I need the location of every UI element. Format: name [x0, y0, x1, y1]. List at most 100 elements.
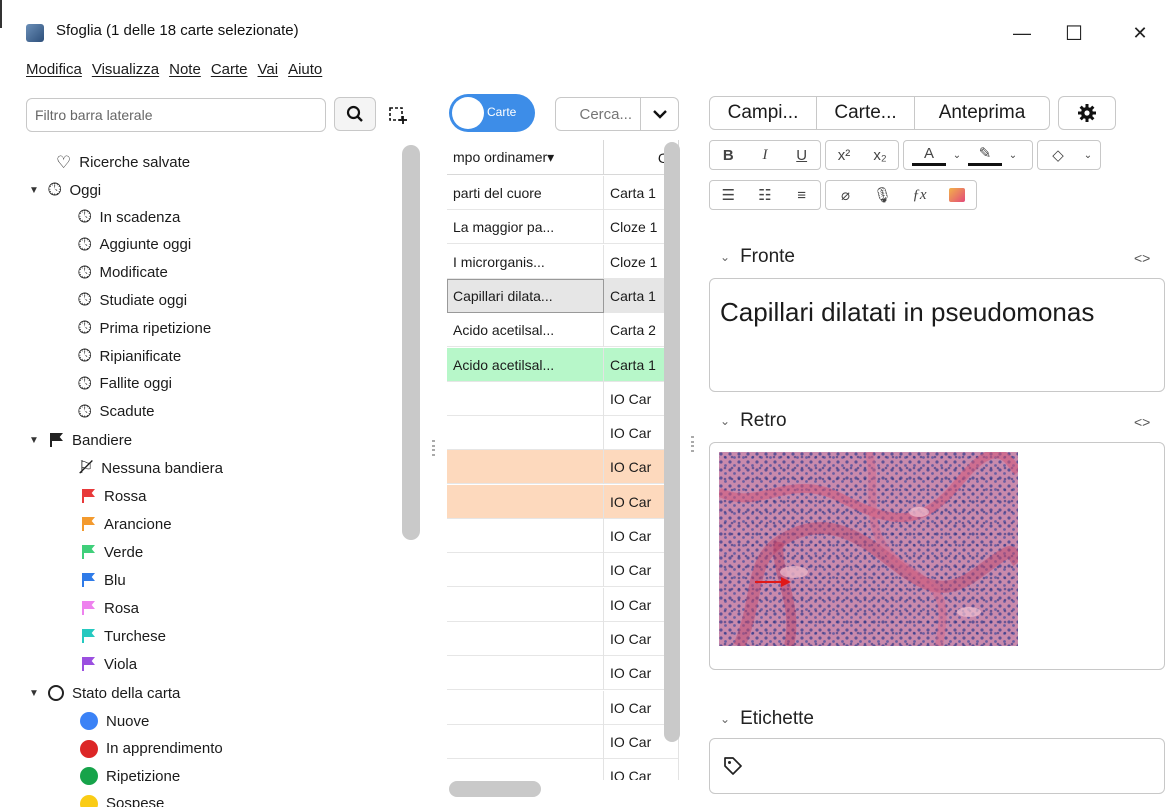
bullet-list-icon[interactable]: ☰ [710, 186, 747, 204]
table-row[interactable]: IO Car [447, 690, 679, 725]
front-field-header[interactable]: ⌄ Fronte [720, 246, 795, 268]
microphone-icon[interactable]: 🎙︎ [864, 186, 901, 204]
sidebar-item-flag-4[interactable]: Rosa [80, 596, 139, 620]
image-occlusion-icon[interactable] [938, 188, 975, 202]
expand-caret-icon[interactable]: ▼ [28, 435, 40, 446]
sidebar-item-label: Fallite oggi [99, 375, 172, 393]
menu-carte[interactable]: Carte [211, 61, 248, 83]
preview-button[interactable]: Anteprima [914, 96, 1050, 130]
sidebar-item-today-5[interactable]: 🕓︎ Ripianificate [78, 344, 181, 368]
sidebar-item-state-1[interactable]: In apprendimento [80, 737, 223, 761]
bold-icon[interactable]: B [710, 147, 747, 164]
table-row[interactable]: La maggior pa... Cloze 1 [447, 210, 679, 245]
close-button[interactable]: ✕ [1120, 18, 1160, 48]
attachment-icon[interactable]: ⌀ [827, 186, 864, 204]
sidebar-item-today[interactable]: ▼ 🕓︎ Oggi [28, 178, 101, 202]
sidebar-item-card-state[interactable]: ▼ Stato della carta [28, 681, 180, 705]
table-row[interactable]: IO Car [447, 553, 679, 588]
search-input[interactable] [555, 97, 641, 131]
chevron-down-icon[interactable]: ⌄ [720, 712, 730, 726]
italic-icon[interactable]: I [747, 147, 784, 164]
select-mode-button[interactable] [384, 100, 412, 130]
chevron-down-icon[interactable]: ⌄ [720, 414, 730, 428]
chevron-down-icon[interactable]: ⌄ [946, 150, 968, 161]
editor-splitter-handle[interactable] [689, 436, 695, 452]
table-vertical-scrollbar[interactable] [664, 142, 680, 742]
sidebar-item-state-0[interactable]: Nuove [80, 709, 149, 733]
text-color-icon[interactable]: A [912, 145, 946, 166]
fields-button[interactable]: Campi... [709, 96, 817, 130]
sidebar-item-today-1[interactable]: 🕓︎ Aggiunte oggi [78, 233, 191, 257]
sidebar-item-flags[interactable]: ▼ Bandiere [28, 428, 132, 452]
sidebar-item-today-6[interactable]: 🕓︎ Fallite oggi [78, 372, 172, 396]
table-row[interactable]: IO Car [447, 587, 679, 622]
table-row[interactable]: Acido acetilsal... Carta 2 [447, 313, 679, 348]
sidebar-item-today-7[interactable]: 🕓︎ Scadute [78, 400, 155, 424]
sidebar-item-today-0[interactable]: 🕓︎ In scadenza [78, 205, 180, 229]
search-history-dropdown[interactable] [641, 97, 679, 131]
sidebar-item-state-2[interactable]: Ripetizione [80, 764, 180, 788]
expand-caret-icon[interactable]: ▼ [28, 185, 40, 196]
sidebar-item-flag-3[interactable]: Blu [80, 568, 126, 592]
table-row[interactable]: IO Car [447, 724, 679, 759]
maximize-button[interactable]: ☐ [1054, 18, 1094, 48]
back-html-toggle-icon[interactable]: <> [1134, 414, 1150, 430]
sidebar-item-flag-0[interactable]: Rossa [80, 484, 147, 508]
menu-vai[interactable]: Vai [258, 61, 279, 83]
sidebar-item-flag-5[interactable]: Turchese [80, 624, 166, 648]
superscript-icon[interactable]: x² [826, 147, 862, 164]
sidebar-item-saved-searches[interactable]: ♡ Ricerche salvate [56, 150, 190, 174]
table-row[interactable]: IO Car [447, 381, 679, 416]
front-html-toggle-icon[interactable]: <> [1134, 250, 1150, 266]
sidebar-item-flag-2[interactable]: Verde [80, 540, 143, 564]
column-header-sort-field[interactable]: mpo ordinamer▾ [447, 140, 604, 175]
menu-visualizza[interactable]: Visualizza [92, 61, 159, 83]
minimize-button[interactable]: — [1002, 18, 1042, 48]
eraser-icon[interactable]: ◇ [1039, 146, 1077, 164]
table-row[interactable]: Acido acetilsal... Carta 1 [447, 347, 679, 382]
sidebar-item-today-4[interactable]: 🕓︎ Prima ripetizione [78, 316, 211, 340]
table-row[interactable]: IO Car [447, 416, 679, 451]
chevron-down-icon[interactable]: ⌄ [720, 250, 730, 264]
math-function-icon[interactable]: ƒx [901, 187, 938, 204]
sidebar-splitter-handle[interactable] [430, 440, 436, 456]
underline-icon[interactable]: U [783, 147, 820, 164]
chevron-down-icon[interactable]: ⌄ [1077, 150, 1099, 161]
cards-notes-toggle[interactable]: Carte [449, 94, 535, 132]
sidebar-item-today-2[interactable]: 🕓︎ Modificate [78, 261, 168, 285]
search-button[interactable] [334, 97, 376, 131]
cards-button[interactable]: Carte... [816, 96, 915, 130]
menu-note[interactable]: Note [169, 61, 201, 83]
numbered-list-icon[interactable]: ☷ [747, 186, 784, 204]
tags-header[interactable]: ⌄ Etichette [720, 708, 814, 730]
sidebar-filter-input[interactable] [26, 98, 326, 132]
table-row[interactable]: Capillari dilata... Carta 1 [447, 278, 679, 313]
table-row[interactable]: IO Car [447, 759, 679, 780]
subscript-icon[interactable]: x₂ [862, 147, 898, 164]
flag-icon [80, 601, 96, 615]
editor-settings-button[interactable] [1058, 96, 1116, 130]
menu-modifica[interactable]: Modifica [26, 61, 82, 83]
table-row[interactable]: IO Car [447, 656, 679, 691]
back-field-header[interactable]: ⌄ Retro [720, 410, 787, 432]
highlight-icon[interactable]: ✎ [968, 145, 1002, 166]
table-row[interactable]: I microrganis... Cloze 1 [447, 244, 679, 279]
sidebar-item-no-flag[interactable]: ⚐̸ Nessuna bandiera [78, 456, 223, 480]
menu-aiuto[interactable]: Aiuto [288, 61, 322, 83]
sidebar-scrollbar[interactable] [402, 145, 420, 540]
table-horizontal-scrollbar[interactable] [449, 781, 541, 797]
chevron-down-icon[interactable]: ⌄ [1002, 150, 1024, 161]
tags-editor[interactable] [709, 738, 1165, 794]
table-row[interactable]: IO Car [447, 484, 679, 519]
sidebar-item-today-3[interactable]: 🕓︎ Studiate oggi [78, 288, 187, 312]
table-row[interactable]: IO Car [447, 519, 679, 553]
sidebar-item-flag-6[interactable]: Viola [80, 652, 137, 676]
table-row[interactable]: IO Car [447, 450, 679, 485]
table-row[interactable]: IO Car [447, 621, 679, 656]
histology-image[interactable] [719, 452, 1018, 646]
align-icon[interactable]: ≡ [783, 187, 820, 204]
sidebar-item-flag-1[interactable]: Arancione [80, 512, 172, 536]
expand-caret-icon[interactable]: ▼ [28, 688, 40, 699]
sidebar-item-state-3[interactable]: Sospese [80, 792, 164, 807]
table-row[interactable]: parti del cuore Carta 1 [447, 176, 679, 210]
